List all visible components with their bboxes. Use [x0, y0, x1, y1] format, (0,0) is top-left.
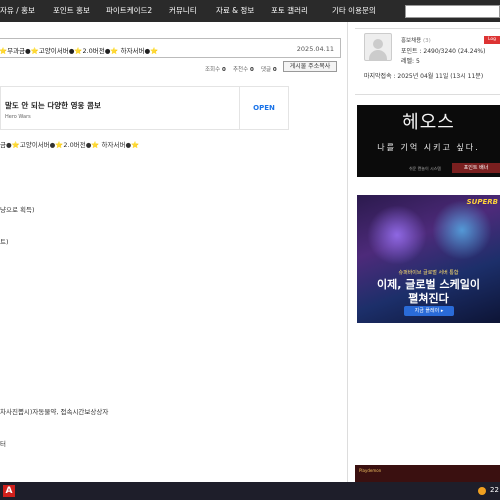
- logout-button[interactable]: Log Out: [484, 36, 500, 50]
- post-date: 2025.04.11: [296, 45, 334, 53]
- banner-art: [432, 200, 492, 260]
- body-line: 차사진뽑시)자동물약, 접속시간보상상자: [0, 408, 109, 416]
- nav-item-free-promo[interactable]: 자유 / 홍보: [0, 0, 35, 22]
- ad-title: 말도 안 되는 다양한 영웅 콤보: [5, 101, 101, 110]
- comments-stat: 댓글 0: [261, 67, 277, 73]
- play-now-button[interactable]: 지금 플레이 ▸: [404, 306, 454, 316]
- banner-text: Playdemon: [359, 468, 382, 473]
- divider: [355, 28, 500, 29]
- banner-art: [367, 205, 427, 265]
- body-line: 냥으로 획득): [0, 206, 35, 214]
- banner-headline-2: 펼쳐진다: [408, 292, 449, 305]
- body-line: 트): [0, 238, 9, 246]
- nav-item-community[interactable]: 커뮤니티: [169, 0, 197, 22]
- tray-icon[interactable]: [478, 487, 486, 495]
- point-banner-button[interactable]: 포인트 배너: [452, 163, 500, 173]
- views-stat: 조회수 0: [205, 67, 226, 73]
- profile-points: 포인트 : 2490/3240 (24.24%): [401, 48, 486, 55]
- banner-logo: SUPERB: [466, 198, 498, 206]
- nav-item-fightcade2[interactable]: 파이트케이드2: [106, 0, 152, 22]
- avatar: [364, 33, 392, 61]
- top-nav: 자유 / 홍보 포인트 홍보 파이트케이드2 커뮤니티 자료 & 정보 포토 갤…: [0, 0, 500, 22]
- profile-name: 홍보채용 (3): [401, 38, 431, 44]
- banner-title: 헤오스: [402, 112, 455, 133]
- app-icon[interactable]: A: [3, 485, 15, 497]
- ad-banner[interactable]: 말도 안 되는 다양한 영웅 콤보 Hero Wars OPEN: [0, 86, 289, 130]
- heos-banner[interactable]: 헤오스 나를 기억 시키고 싶다. 쉬운 캔놀이 시스템 포인트 배너: [357, 105, 500, 177]
- nav-item-resources[interactable]: 자료 & 정보: [216, 0, 254, 22]
- divider: [355, 94, 500, 95]
- copy-url-button[interactable]: 게시물 주소복사: [283, 61, 337, 72]
- taskbar: A 22: [0, 482, 500, 500]
- ad-advertiser: Hero Wars: [5, 114, 31, 120]
- banner-small-text: 슈퍼바이브 글로벌 서버 통합: [398, 270, 459, 276]
- post-title: ⭐무과금●⭐고양이서버●⭐2.0버전●⭐ 하자서버●⭐: [0, 47, 159, 55]
- supervive-banner[interactable]: SUPERB 슈퍼바이브 글로벌 서버 통합 이제, 글로벌 스케일이 펼쳐진다…: [357, 195, 500, 323]
- search-input[interactable]: [405, 5, 500, 18]
- body-line: 금●⭐고양이서버●⭐2.0버전●⭐ 하자서버●⭐: [0, 141, 140, 149]
- column-divider: [347, 22, 348, 482]
- banner-subtitle: 나를 기억 시키고 싶다.: [377, 143, 480, 152]
- body-line: 터: [0, 440, 6, 448]
- ad-open-button[interactable]: OPEN: [239, 87, 289, 129]
- tray-text: 22: [490, 486, 499, 494]
- likes-stat: 추천수 0: [233, 67, 254, 73]
- bottom-banner[interactable]: Playdemon: [355, 465, 500, 482]
- banner-footer: 쉬운 캔놀이 시스템: [409, 166, 441, 171]
- nav-item-inquiry[interactable]: 기타 이용문의: [332, 0, 376, 22]
- nav-item-point-promo[interactable]: 포인트 홍보: [53, 0, 90, 22]
- profile-last-login: 마지막접속 : 2025년 04월 11일 (13시 11분): [364, 73, 484, 80]
- post-header: ⭐무과금●⭐고양이서버●⭐2.0버전●⭐ 하자서버●⭐ 2025.04.11: [0, 38, 341, 58]
- nav-item-photo-gallery[interactable]: 포토 갤러리: [271, 0, 308, 22]
- profile-level: 레벨: 5: [401, 58, 420, 65]
